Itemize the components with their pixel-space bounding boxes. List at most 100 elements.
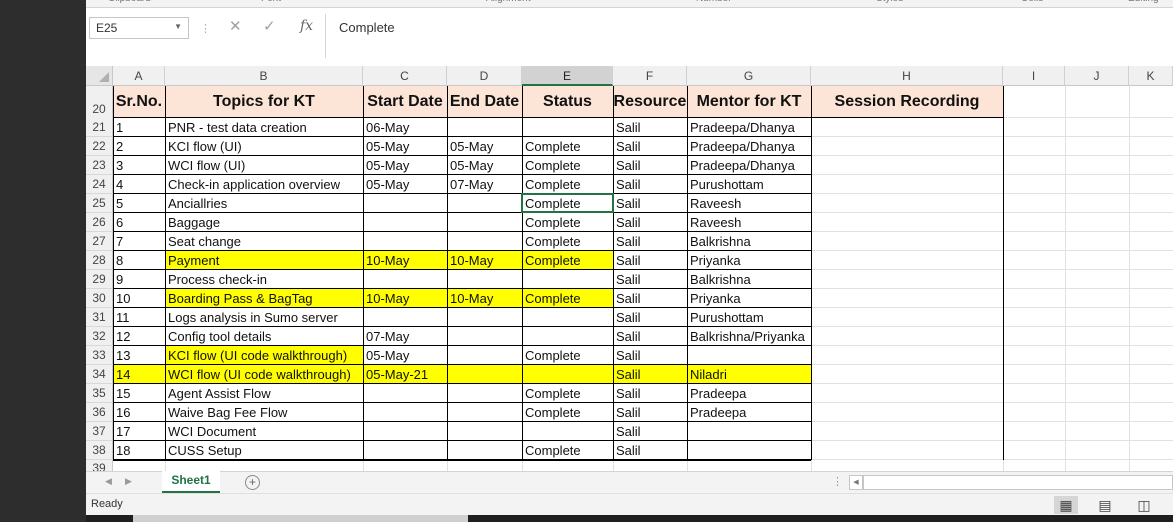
- table-cell[interactable]: 05-May: [363, 137, 447, 156]
- table-cell[interactable]: 07-May: [363, 327, 447, 346]
- table-cell[interactable]: 10: [113, 289, 165, 308]
- row-header[interactable]: 36: [86, 403, 113, 422]
- table-cell[interactable]: Raveesh: [687, 194, 811, 213]
- table-cell[interactable]: Baggage: [165, 213, 363, 232]
- table-cell[interactable]: PNR - test data creation: [165, 118, 363, 137]
- table-cell[interactable]: Complete: [522, 175, 613, 194]
- table-cell[interactable]: WCI flow (UI code walkthrough): [165, 365, 363, 384]
- table-cell[interactable]: 14: [113, 365, 165, 384]
- table-cell[interactable]: Salil: [613, 156, 687, 175]
- row-header[interactable]: 24: [86, 175, 113, 194]
- add-sheet-icon[interactable]: +: [245, 475, 260, 490]
- table-cell[interactable]: Pradeepa/Dhanya: [687, 118, 811, 137]
- page-break-preview-icon[interactable]: ◫: [1132, 496, 1156, 514]
- table-cell[interactable]: Complete: [522, 137, 613, 156]
- column-header-j[interactable]: J: [1065, 66, 1129, 86]
- row-header[interactable]: 20: [86, 86, 113, 118]
- row-header[interactable]: 29: [86, 270, 113, 289]
- table-cell[interactable]: 10-May: [447, 251, 522, 270]
- table-cell[interactable]: Salil: [613, 251, 687, 270]
- table-cell[interactable]: Salil: [613, 289, 687, 308]
- table-cell[interactable]: Priyanka: [687, 289, 811, 308]
- table-cell[interactable]: WCI flow (UI): [165, 156, 363, 175]
- table-cell[interactable]: 5: [113, 194, 165, 213]
- row-header[interactable]: 23: [86, 156, 113, 175]
- table-cell[interactable]: Salil: [613, 346, 687, 365]
- table-cell[interactable]: 6: [113, 213, 165, 232]
- table-cell[interactable]: Complete: [522, 232, 613, 251]
- table-cell[interactable]: Salil: [613, 270, 687, 289]
- row-header[interactable]: 28: [86, 251, 113, 270]
- next-sheet-icon[interactable]: ▶: [125, 476, 132, 487]
- table-cell[interactable]: 16: [113, 403, 165, 422]
- table-cell[interactable]: Purushottam: [687, 308, 811, 327]
- table-cell[interactable]: Complete: [522, 213, 613, 232]
- table-cell[interactable]: Seat change: [165, 232, 363, 251]
- row-header[interactable]: 35: [86, 384, 113, 403]
- table-cell[interactable]: Complete: [522, 384, 613, 403]
- row-header[interactable]: 22: [86, 137, 113, 156]
- insert-function-icon[interactable]: fx: [300, 18, 313, 34]
- table-cell[interactable]: 11: [113, 308, 165, 327]
- table-cell[interactable]: Salil: [613, 365, 687, 384]
- row-header[interactable]: 31: [86, 308, 113, 327]
- table-cell[interactable]: Config tool details: [165, 327, 363, 346]
- column-header-g[interactable]: G: [687, 66, 811, 86]
- table-cell[interactable]: Priyanka: [687, 251, 811, 270]
- table-cell[interactable]: Salil: [613, 175, 687, 194]
- table-cell[interactable]: 18: [113, 441, 165, 460]
- table-cell[interactable]: 10-May: [363, 251, 447, 270]
- row-header[interactable]: 34: [86, 365, 113, 384]
- table-cell[interactable]: Salil: [613, 308, 687, 327]
- table-cell[interactable]: 4: [113, 175, 165, 194]
- table-cell[interactable]: Complete: [522, 251, 613, 270]
- table-cell[interactable]: Payment: [165, 251, 363, 270]
- row-header[interactable]: 26: [86, 213, 113, 232]
- column-header-c[interactable]: C: [363, 66, 447, 86]
- table-cell[interactable]: Anciallries: [165, 194, 363, 213]
- name-box[interactable]: E25 ▼: [89, 17, 189, 39]
- row-header[interactable]: 37: [86, 422, 113, 441]
- table-cell[interactable]: WCI Document: [165, 422, 363, 441]
- row-header[interactable]: 30: [86, 289, 113, 308]
- table-cell[interactable]: Niladri: [687, 365, 811, 384]
- table-cell[interactable]: KCI flow (UI code walkthrough): [165, 346, 363, 365]
- table-cell[interactable]: 06-May: [363, 118, 447, 137]
- table-cell[interactable]: Salil: [613, 422, 687, 441]
- table-cell[interactable]: 9: [113, 270, 165, 289]
- row-header[interactable]: 32: [86, 327, 113, 346]
- table-cell[interactable]: Salil: [613, 327, 687, 346]
- column-header-f[interactable]: F: [613, 66, 687, 86]
- table-cell[interactable]: Pradeepa: [687, 403, 811, 422]
- page-layout-view-icon[interactable]: ▤: [1093, 496, 1117, 514]
- row-header[interactable]: 33: [86, 346, 113, 365]
- table-cell[interactable]: Pradeepa/Dhanya: [687, 156, 811, 175]
- column-header-i[interactable]: I: [1003, 66, 1065, 86]
- table-cell[interactable]: 05-May-21: [363, 365, 447, 384]
- table-cell[interactable]: 15: [113, 384, 165, 403]
- table-cell[interactable]: Raveesh: [687, 213, 811, 232]
- table-cell[interactable]: Complete: [522, 346, 613, 365]
- row-header[interactable]: 27: [86, 232, 113, 251]
- horizontal-scrollbar[interactable]: [863, 475, 1173, 490]
- table-cell[interactable]: CUSS Setup: [165, 441, 363, 460]
- column-header-e[interactable]: E: [522, 66, 613, 86]
- table-cell[interactable]: Balkrishna: [687, 270, 811, 289]
- table-cell[interactable]: 13: [113, 346, 165, 365]
- column-header-k[interactable]: K: [1129, 66, 1173, 86]
- table-cell[interactable]: Salil: [613, 403, 687, 422]
- table-cell[interactable]: 05-May: [363, 156, 447, 175]
- table-cell[interactable]: Salil: [613, 137, 687, 156]
- column-header-a[interactable]: A: [113, 66, 165, 86]
- column-header-d[interactable]: D: [447, 66, 522, 86]
- prev-sheet-icon[interactable]: ◀: [105, 476, 112, 487]
- table-cell[interactable]: Purushottam: [687, 175, 811, 194]
- table-cell[interactable]: 2: [113, 137, 165, 156]
- row-header[interactable]: 25: [86, 194, 113, 213]
- table-cell[interactable]: 1: [113, 118, 165, 137]
- normal-view-icon[interactable]: ▦: [1054, 496, 1078, 514]
- table-cell[interactable]: 3: [113, 156, 165, 175]
- row-header[interactable]: 38: [86, 441, 113, 460]
- table-cell[interactable]: Salil: [613, 213, 687, 232]
- sheet-tab-sheet1[interactable]: Sheet1: [162, 471, 220, 493]
